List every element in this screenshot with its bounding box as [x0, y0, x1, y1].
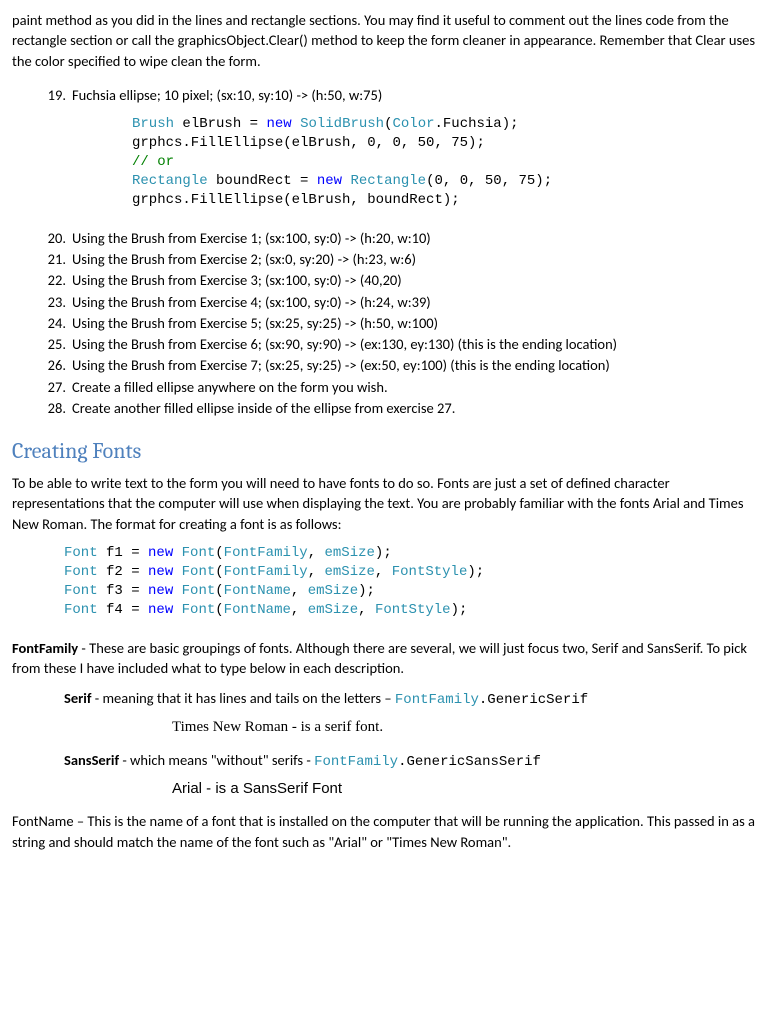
code-block-1: Brush elBrush = new SolidBrush(Color.Fuc…	[132, 115, 757, 209]
exercise-number: 22.	[40, 270, 72, 290]
exercise-text: Create another filled ellipse inside of …	[72, 398, 757, 418]
heading-creating-fonts: Creating Fonts	[12, 436, 757, 467]
exercise-item: 26.Using the Brush from Exercise 7; (sx:…	[12, 355, 757, 375]
exercise-item: 28.Create another filled ellipse inside …	[12, 398, 757, 418]
exercise-number: 20.	[40, 228, 72, 248]
exercise-item: 23.Using the Brush from Exercise 4; (sx:…	[12, 292, 757, 312]
exercise-number: 27.	[40, 377, 72, 397]
exercise-text: Using the Brush from Exercise 1; (sx:100…	[72, 228, 757, 248]
exercise-item: 25.Using the Brush from Exercise 6; (sx:…	[12, 334, 757, 354]
exercise-item: 22.Using the Brush from Exercise 3; (sx:…	[12, 270, 757, 290]
exercise-text: Using the Brush from Exercise 5; (sx:25,…	[72, 313, 757, 333]
exercise-text: Fuchsia ellipse; 10 pixel; (sx:10, sy:10…	[72, 85, 757, 105]
exercise-number: 28.	[40, 398, 72, 418]
exercise-number: 24.	[40, 313, 72, 333]
fonts-intro-paragraph: To be able to write text to the form you…	[12, 473, 757, 534]
exercise-item: 27.Create a filled ellipse anywhere on t…	[12, 377, 757, 397]
fontname-paragraph: FontName – This is the name of a font th…	[12, 811, 757, 852]
exercise-number: 19.	[40, 85, 72, 105]
exercise-list: 20.Using the Brush from Exercise 1; (sx:…	[12, 228, 757, 419]
serif-definition: Serif - meaning that it has lines and ta…	[64, 688, 757, 711]
serif-sample: Times New Roman - is a serif font.	[172, 717, 757, 738]
exercise-item: 20.Using the Brush from Exercise 1; (sx:…	[12, 228, 757, 248]
exercise-text: Using the Brush from Exercise 3; (sx:100…	[72, 270, 757, 290]
intro-paragraph: paint method as you did in the lines and…	[12, 10, 757, 71]
exercise-number: 26.	[40, 355, 72, 375]
fontfamily-label: FontFamily	[12, 639, 78, 657]
exercise-19: 19. Fuchsia ellipse; 10 pixel; (sx:10, s…	[12, 85, 757, 105]
exercise-number: 21.	[40, 249, 72, 269]
sansserif-definition: SansSerif - which means "without" serifs…	[64, 750, 757, 773]
fontname-label: FontName	[12, 812, 74, 830]
exercise-item: 21.Using the Brush from Exercise 2; (sx:…	[12, 249, 757, 269]
exercise-text: Using the Brush from Exercise 2; (sx:0, …	[72, 249, 757, 269]
exercise-item: 24.Using the Brush from Exercise 5; (sx:…	[12, 313, 757, 333]
sans-sample: Arial - is a SansSerif Font	[172, 778, 757, 799]
exercise-text: Using the Brush from Exercise 6; (sx:90,…	[72, 334, 757, 354]
sansserif-label: SansSerif	[64, 751, 119, 769]
exercise-text: Using the Brush from Exercise 7; (sx:25,…	[72, 355, 757, 375]
exercise-number: 25.	[40, 334, 72, 354]
exercise-text: Using the Brush from Exercise 4; (sx:100…	[72, 292, 757, 312]
exercise-number: 23.	[40, 292, 72, 312]
code-block-2: Font f1 = new Font(FontFamily, emSize); …	[64, 544, 757, 620]
serif-label: Serif	[64, 689, 91, 707]
exercise-text: Create a filled ellipse anywhere on the …	[72, 377, 757, 397]
fontfamily-paragraph: FontFamily - These are basic groupings o…	[12, 638, 757, 679]
